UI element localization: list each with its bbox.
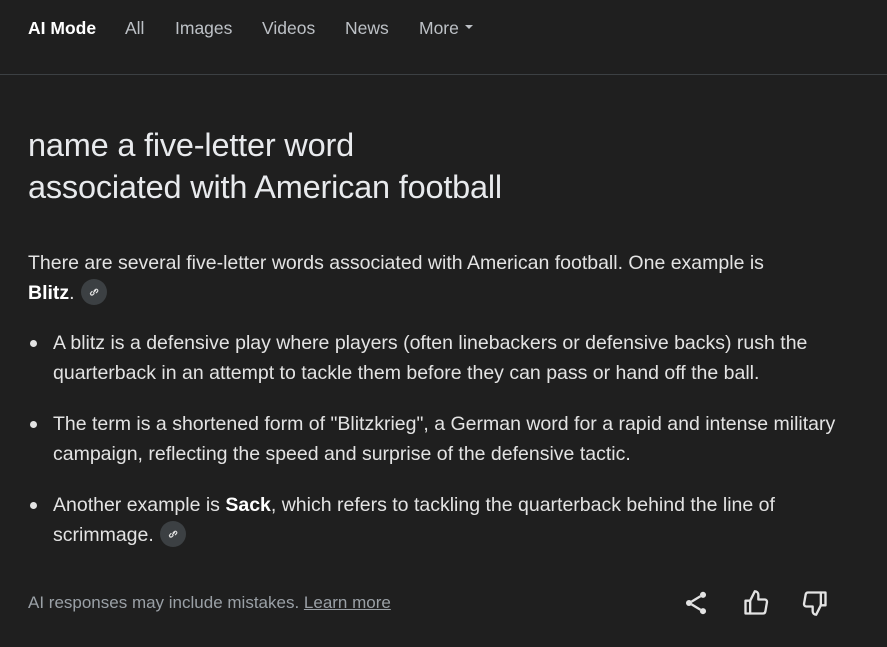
bullet-dot [30,340,37,347]
tab-label: All [125,18,145,38]
thumbs-up-icon [744,590,769,615]
tab-label: More [419,18,459,38]
tab-label: News [345,18,389,38]
thumbs-down-icon [802,591,827,616]
link-icon [89,288,98,296]
thumbs-down-button[interactable] [801,589,829,617]
query-line-2: associated with American football [28,169,502,205]
search-tabs-bar: AI Mode All Images Videos News More [0,0,887,75]
query-heading: name a five-letter word associated with … [28,124,848,208]
tab-all[interactable]: All [125,17,144,39]
answer-intro: There are several five-letter words asso… [28,248,858,308]
list-item: The term is a shortened form of "Blitzkr… [28,409,858,469]
source-link-button[interactable] [159,520,186,547]
ai-disclaimer: AI responses may include mistakes. Learn… [28,592,391,614]
tab-news[interactable]: News [345,17,389,39]
query-line-1: name a five-letter word [28,127,354,163]
bullet-text-pre: Another example is [53,494,226,516]
bullet-text: The term is a shortened form of "Blitzkr… [53,413,836,465]
tab-ai-mode[interactable]: AI Mode [28,17,96,39]
disclaimer-text: AI responses may include mistakes. [28,593,304,612]
bullet-dot [30,502,37,509]
tab-images[interactable]: Images [175,17,232,39]
tab-label: Images [175,18,233,38]
answer-intro-period: . [69,282,75,304]
tab-label: AI Mode [28,18,97,38]
list-item: A blitz is a defensive play where player… [28,328,858,388]
share-button[interactable] [682,589,710,617]
answer-intro-highlight: Blitz [28,282,70,304]
answer-bullet-list: A blitz is a defensive play where player… [28,328,858,550]
learn-more-link[interactable]: Learn more [304,593,391,612]
ai-mode-page: AI Mode All Images Videos News More name… [0,0,887,647]
answer-intro-text: There are several five-letter words asso… [28,252,764,274]
caret-down-icon [464,25,473,30]
thumbs-up-button[interactable] [742,589,770,617]
link-icon [168,530,178,538]
ai-answer: There are several five-letter words asso… [28,248,858,571]
tab-label: Videos [262,18,316,38]
tab-videos[interactable]: Videos [262,17,315,39]
list-item: Another example is Sack, which refers to… [28,490,858,550]
source-link-button[interactable] [80,278,107,305]
bullet-highlight: Sack [225,494,271,516]
share-icon [685,591,707,615]
bullet-text: A blitz is a defensive play where player… [53,332,808,384]
tab-more[interactable]: More [419,17,473,39]
bullet-dot [30,421,37,428]
